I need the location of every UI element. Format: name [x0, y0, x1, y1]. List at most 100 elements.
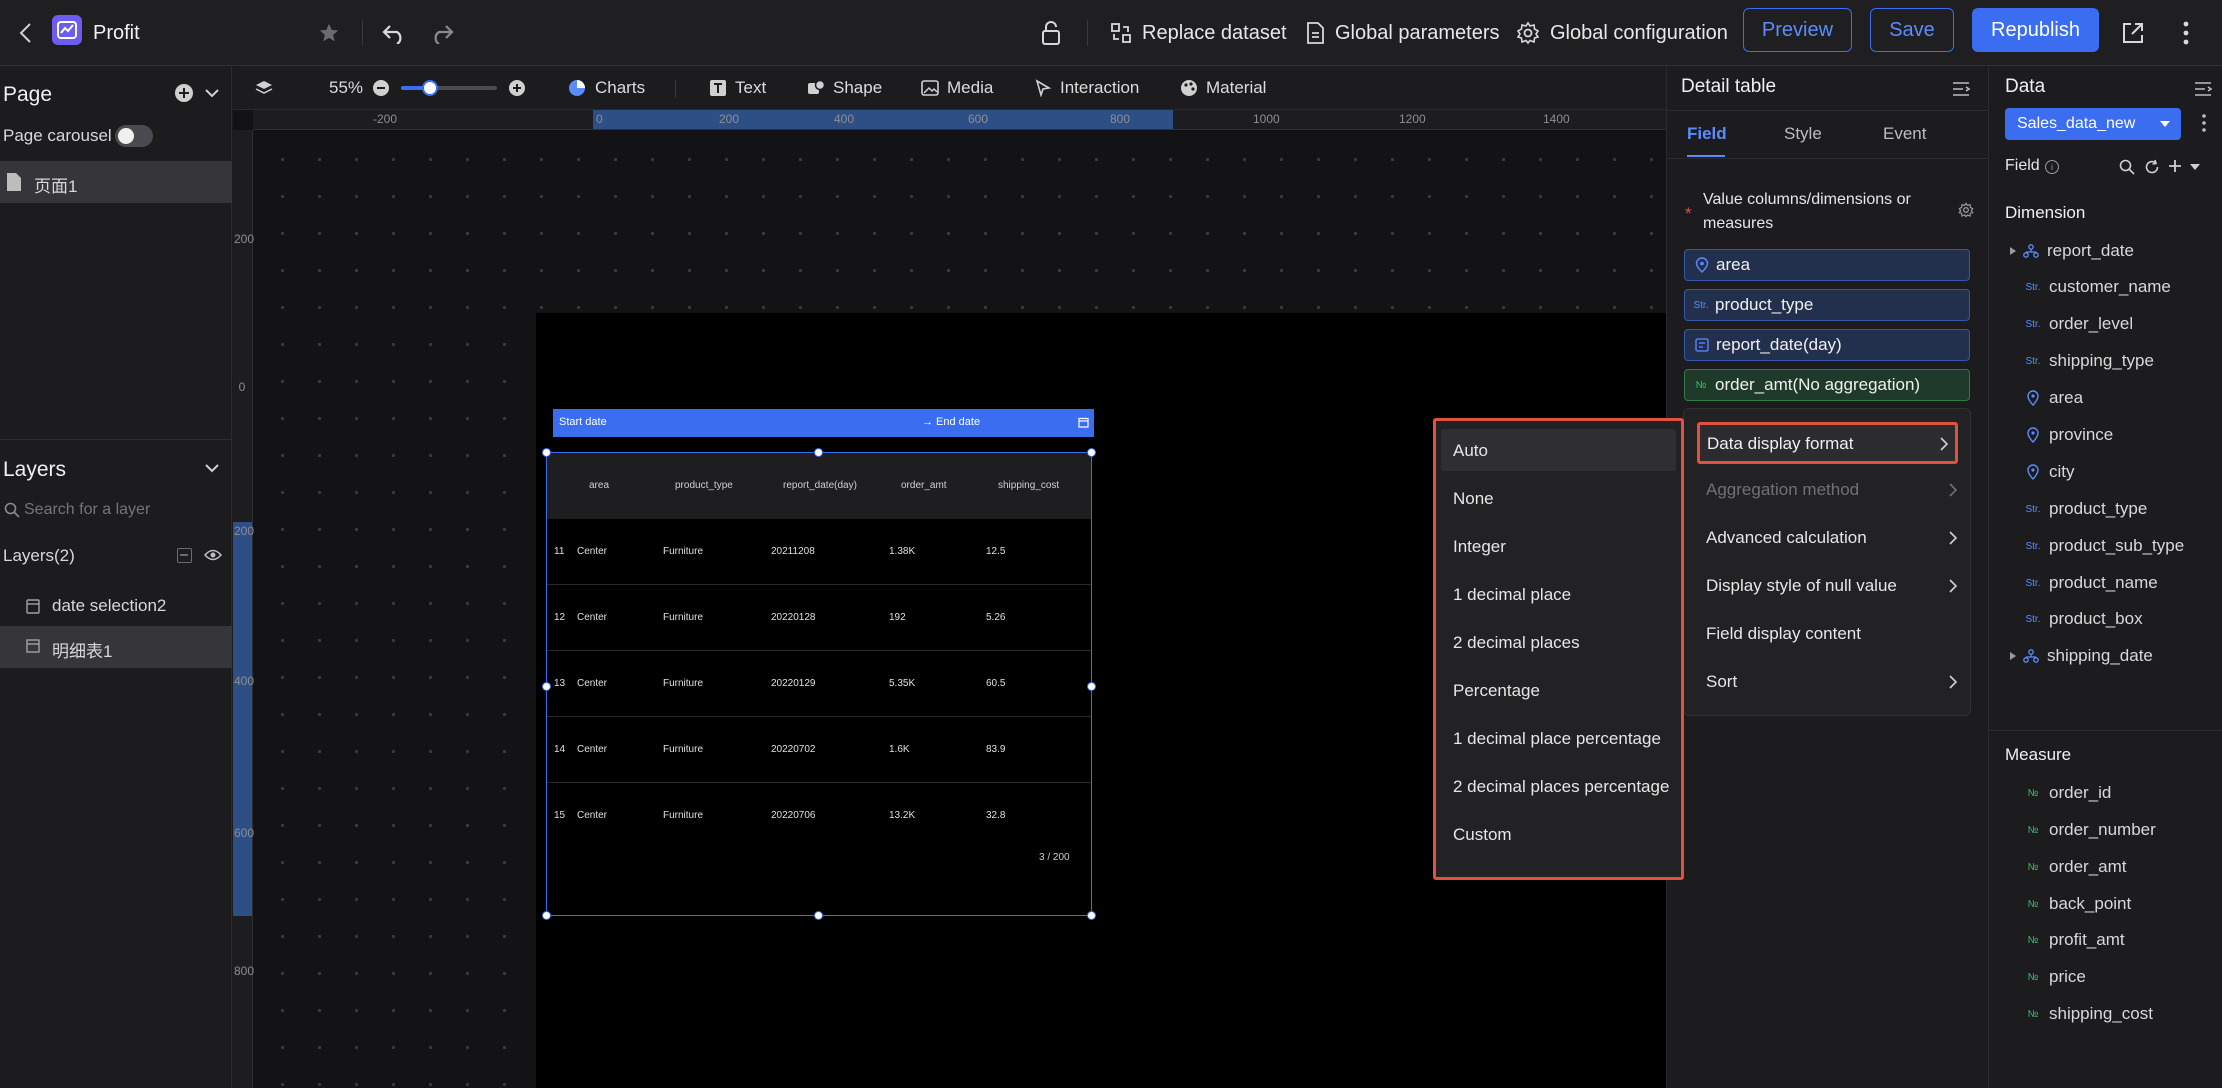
table-row[interactable]: 12 Center Furniture 20220128 192 5.26	[547, 585, 1091, 651]
field-pill-order-amt[interactable]: № order_amt(No aggregation)	[1684, 369, 1970, 401]
table-row[interactable]: 11 Center Furniture 20211208 1.38K 12.5	[547, 519, 1091, 585]
column-header[interactable]: report_date(day)	[783, 480, 857, 491]
menu-item-data-display-format[interactable]: Data display format	[1697, 422, 1958, 464]
format-option-percentage[interactable]: Percentage	[1453, 681, 1540, 701]
field-pill-report-date[interactable]: report_date(day)	[1684, 329, 1970, 361]
resize-handle[interactable]	[1087, 911, 1096, 920]
republish-button[interactable]: Republish	[1972, 8, 2099, 52]
field-pill-product-type[interactable]: Str. product_type	[1684, 289, 1970, 321]
format-option-1-decimal-percentage[interactable]: 1 decimal place percentage	[1453, 729, 1661, 749]
resize-handle[interactable]	[814, 911, 823, 920]
column-header[interactable]: product_type	[675, 480, 733, 491]
measure-field[interactable]: № back_point	[2023, 894, 2132, 914]
tab-style[interactable]: Style	[1784, 124, 1822, 144]
layer-item-detail-table[interactable]: 明细表1	[0, 626, 232, 668]
measure-field[interactable]: № shipping_cost	[2023, 1004, 2153, 1024]
save-button[interactable]: Save	[1870, 8, 1954, 52]
dimension-field[interactable]: shipping_date	[2009, 646, 2153, 666]
format-option-1-decimal[interactable]: 1 decimal place	[1453, 585, 1571, 605]
dimension-field[interactable]: Str. shipping_type	[2023, 351, 2153, 371]
menu-item-null-value-style[interactable]: Display style of null value	[1706, 576, 1897, 596]
dimension-field[interactable]: city	[2023, 462, 2075, 482]
back-icon[interactable]	[18, 0, 44, 66]
tab-event[interactable]: Event	[1883, 124, 1926, 144]
search-icon[interactable]	[2119, 159, 2135, 175]
more-vertical-icon[interactable]	[2201, 113, 2207, 133]
resize-handle[interactable]	[542, 682, 551, 691]
resize-handle[interactable]	[542, 448, 551, 457]
menu-item-field-display-content[interactable]: Field display content	[1706, 624, 1861, 644]
open-external-icon[interactable]	[2121, 0, 2155, 66]
dimension-field[interactable]: Str. customer_name	[2023, 277, 2170, 297]
format-option-none[interactable]: None	[1453, 489, 1494, 509]
dimension-field[interactable]: report_date	[2009, 241, 2134, 261]
detail-table-widget[interactable]: area product_type report_date(day) order…	[546, 452, 1092, 916]
tab-field[interactable]: Field	[1687, 124, 1727, 144]
format-option-2-decimals-percentage[interactable]: 2 decimal places percentage	[1453, 777, 1669, 797]
add-page-icon[interactable]	[174, 83, 194, 103]
zoom-in-icon[interactable]	[508, 66, 534, 110]
redo-icon[interactable]	[429, 0, 465, 66]
dimension-field[interactable]: Str. order_level	[2023, 314, 2133, 334]
dimension-field[interactable]: area	[2023, 388, 2083, 408]
column-header[interactable]: area	[589, 480, 609, 491]
table-row[interactable]: 14 Center Furniture 20220702 1.6K 83.9	[547, 717, 1091, 783]
chevron-down-icon[interactable]	[204, 462, 220, 474]
column-header[interactable]: shipping_cost	[998, 480, 1059, 491]
dataset-select[interactable]: Sales_data_new	[2005, 108, 2181, 140]
undo-icon[interactable]	[381, 0, 417, 66]
resize-handle[interactable]	[814, 448, 823, 457]
charts-tool[interactable]: Charts	[567, 66, 645, 110]
table-pager[interactable]: 3 / 200	[1039, 852, 1070, 863]
dimension-field[interactable]: Str. product_sub_type	[2023, 536, 2184, 556]
more-vertical-icon[interactable]	[2182, 0, 2200, 66]
table-row[interactable]: 15 Center Furniture 20220706 13.2K 32.8	[547, 783, 1091, 849]
replace-dataset-button[interactable]: Replace dataset	[1110, 0, 1287, 66]
measure-field[interactable]: № profit_amt	[2023, 930, 2125, 950]
layers-stack-icon[interactable]	[255, 66, 281, 110]
shape-tool[interactable]: Shape	[807, 66, 882, 110]
menu-item-advanced-calculation[interactable]: Advanced calculation	[1706, 528, 1867, 548]
dimension-field[interactable]: province	[2023, 425, 2113, 445]
refresh-icon[interactable]	[2144, 159, 2160, 175]
settings-gear-icon[interactable]	[1958, 202, 1974, 218]
add-icon[interactable]	[2167, 158, 2183, 174]
dimension-field[interactable]: Str. product_box	[2023, 609, 2142, 629]
global-configuration-button[interactable]: Global configuration	[1516, 0, 1728, 66]
zoom-slider[interactable]	[401, 80, 497, 96]
column-header[interactable]: order_amt	[901, 480, 947, 491]
collapse-all-icon[interactable]	[177, 548, 192, 563]
measure-field[interactable]: № order_id	[2023, 783, 2112, 803]
format-option-custom[interactable]: Custom	[1453, 825, 1512, 845]
layer-item-date-selection[interactable]: date selection2	[0, 586, 232, 626]
menu-item-sort[interactable]: Sort	[1706, 672, 1737, 692]
dimension-field[interactable]: Str. product_name	[2023, 573, 2157, 593]
zoom-out-icon[interactable]	[372, 66, 398, 110]
measure-field[interactable]: № order_amt	[2023, 857, 2127, 877]
text-tool[interactable]: Text	[709, 66, 766, 110]
zoom-slider-handle[interactable]	[421, 80, 438, 96]
material-tool[interactable]: Material	[1180, 66, 1266, 110]
chevron-down-icon[interactable]	[204, 87, 220, 99]
table-row[interactable]: 13 Center Furniture 20220129 5.35K 60.5	[547, 651, 1091, 717]
format-option-auto[interactable]: Auto	[1453, 441, 1488, 461]
resize-handle[interactable]	[1087, 682, 1096, 691]
format-option-2-decimals[interactable]: 2 decimal places	[1453, 633, 1580, 653]
resize-handle[interactable]	[542, 911, 551, 920]
interaction-tool[interactable]: Interaction	[1034, 66, 1139, 110]
caret-down-icon[interactable]	[2189, 163, 2201, 171]
panel-collapse-icon[interactable]	[2193, 80, 2213, 98]
layer-search-input[interactable]	[24, 497, 204, 523]
favorite-star-icon[interactable]	[318, 0, 350, 66]
global-parameters-button[interactable]: Global parameters	[1305, 0, 1500, 66]
panel-collapse-icon[interactable]	[1951, 80, 1971, 98]
lock-icon[interactable]	[1040, 0, 1072, 66]
format-option-integer[interactable]: Integer	[1453, 537, 1506, 557]
info-icon[interactable]: i	[2045, 160, 2059, 174]
page-item[interactable]: 页面1	[0, 161, 232, 203]
resize-handle[interactable]	[1087, 448, 1096, 457]
page-carousel-toggle[interactable]	[115, 125, 153, 147]
dimension-field[interactable]: Str. product_type	[2023, 499, 2147, 519]
field-pill-area[interactable]: area	[1684, 249, 1970, 281]
media-tool[interactable]: Media	[921, 66, 993, 110]
